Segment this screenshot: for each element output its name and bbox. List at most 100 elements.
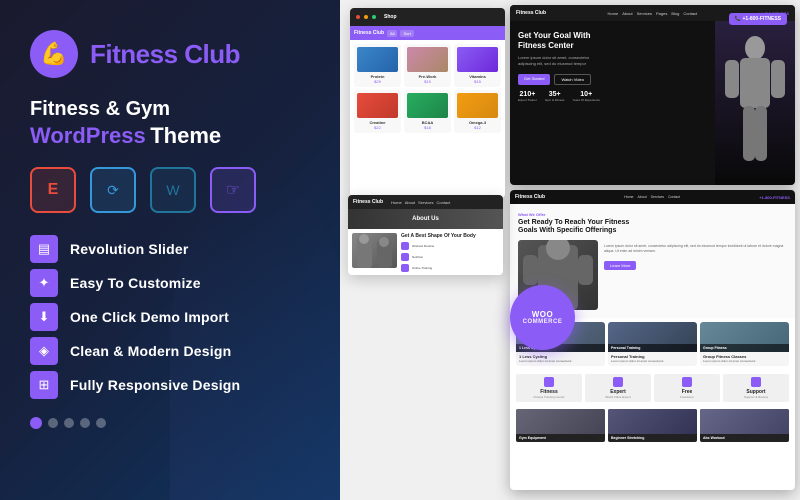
hero-screenshot: Fitness Club Home About Services Pages B…	[510, 5, 795, 185]
shop-nav: Fitness Club All Sort	[350, 26, 505, 40]
brand-name: Fitness Club	[90, 39, 240, 70]
bs-abs: Abs Workout	[700, 409, 789, 442]
about-banner-text: About Us	[412, 216, 439, 222]
about-nav-services: Services	[418, 200, 433, 205]
about-feat-nutrition-icon	[401, 253, 409, 261]
product-6-img	[457, 93, 498, 118]
touch-badge[interactable]: ☞	[210, 167, 256, 213]
offerings-cta[interactable]: Learn More	[604, 261, 636, 270]
dot-2[interactable]	[48, 418, 58, 428]
feature-design-text: Clean & Modern Design	[70, 343, 231, 359]
product-2: Pre-Work $19	[404, 44, 451, 87]
hero-nav: Home About Services Pages Blog Contact	[608, 11, 698, 16]
hero-person-svg	[715, 30, 795, 185]
brand-logo: 💪	[30, 30, 78, 78]
product-6: Omega-3 $12	[454, 90, 501, 133]
dot-1[interactable]	[30, 417, 42, 429]
about-nav-about: About	[405, 200, 415, 205]
about-feat-online: Online Training	[401, 264, 499, 272]
feature-slider-text: Revolution Slider	[70, 241, 189, 257]
hero-stats: 210+ Expert Trainer 35+ Gym & Fitness 10…	[518, 91, 707, 102]
stat-support-icon	[751, 377, 761, 387]
stat-years: 10+ Years Of Experience	[573, 91, 600, 102]
offerings-desc: Lorem ipsum dolor sit amet, consectetur …	[604, 244, 787, 255]
brand-row: 💪 Fitness Club	[30, 30, 310, 78]
product-4-img	[357, 93, 398, 118]
bs-stretching-label: Beginner Stretching	[608, 434, 697, 442]
product-2-img	[407, 47, 448, 72]
hero-nav-services: Services	[637, 11, 652, 16]
dot-5[interactable]	[96, 418, 106, 428]
hero-text: Get Your Goal WithFitness Center Lorem i…	[510, 21, 715, 185]
shop-products: Protein $29 Pre-Work $19 Vitamins $15	[350, 40, 505, 137]
hero-phone-badge: 📞 +1-800-FITNESS	[729, 13, 787, 25]
service-group-desc: Lorem ipsum dolor sit amet consectetur.	[700, 360, 789, 366]
dot-red	[356, 15, 360, 19]
dot-4[interactable]	[80, 418, 90, 428]
stat-gyms: 35+ Gym & Fitness	[545, 91, 565, 102]
left-panel: 💪 Fitness Club Fitness & Gym WordPress T…	[0, 0, 340, 500]
main-header: Fitness Club Home About Services Contact…	[510, 190, 795, 204]
main-nav-services: Services	[651, 195, 664, 199]
main-nav-contact: Contact	[668, 195, 680, 199]
brand-icon: 💪	[40, 41, 67, 67]
bs-abs-label: Abs Workout	[700, 434, 789, 442]
stat-fitness-lbl: Fitness Training Center	[519, 395, 579, 399]
about-section-title: Get A Best Shape Of Your Body	[401, 233, 499, 239]
shop-nav-item: All	[387, 30, 397, 37]
hero-watch-video-btn[interactable]: Watch Video	[554, 74, 590, 85]
quix-badge[interactable]: ⟳	[90, 167, 136, 213]
about-feat-workout-icon	[401, 242, 409, 250]
product-5-img	[407, 93, 448, 118]
about-features: Workout Routine Nutrition Online Trainin…	[401, 242, 499, 275]
bs-abs-img	[700, 409, 789, 434]
carousel-dots	[30, 417, 310, 429]
dot-3[interactable]	[64, 418, 74, 428]
hero-get-started-btn[interactable]: Get Started	[518, 74, 550, 85]
main-nav: Home About Services Contact	[624, 195, 680, 199]
main-logo: Fitness Club	[515, 194, 545, 200]
feature-customize-text: Easy To Customize	[70, 275, 201, 291]
main-nav-about: About	[637, 195, 646, 199]
offerings-text-area: Lorem ipsum dolor sit amet, consectetur …	[604, 240, 787, 310]
dot-green	[372, 15, 376, 19]
feature-design: ◈ Clean & Modern Design	[30, 337, 310, 365]
service-training-overlay: Personal Training	[608, 344, 697, 352]
stat-support-lbl: Support & Review	[726, 395, 786, 399]
hero-logo: Fitness Club	[516, 10, 546, 16]
offerings-label: What We Offer	[518, 212, 787, 217]
brand-name-part2: Club	[184, 39, 240, 69]
stat-expert-icon	[613, 377, 623, 387]
service-training: Personal Training Personal Training Lore…	[608, 322, 697, 366]
elementor-badge[interactable]: E	[30, 167, 76, 213]
about-image-block	[352, 233, 397, 268]
main-nav-home: Home	[624, 195, 633, 199]
stat-trainers: 210+ Expert Trainer	[518, 91, 537, 102]
stats-row: Fitness Fitness Training Center Expert W…	[510, 370, 795, 406]
about-logo: Fitness Club	[353, 199, 383, 205]
stat-expert-lbl: World Class Expert	[588, 395, 648, 399]
about-banner: About Us	[348, 209, 503, 229]
shop-header: Shop	[350, 8, 505, 26]
woo-text: WOO	[532, 310, 554, 319]
about-feat-nutrition: Nutrition	[401, 253, 499, 261]
screenshot-container: Shop Fitness Club All Sort Protein $29	[340, 0, 800, 500]
product-5-price: $18	[407, 125, 448, 130]
bs-equipment-label: Gym Equipment	[516, 434, 605, 442]
bs-stretching-img	[608, 409, 697, 434]
hero-nav-contact: Contact	[683, 11, 697, 16]
dot-yellow	[364, 15, 368, 19]
feature-demo: ⬇ One Click Demo Import	[30, 303, 310, 331]
product-1-price: $29	[357, 79, 398, 84]
stat-gyms-num: 35+	[545, 91, 565, 98]
about-nav: Home About Services Contact	[391, 200, 450, 205]
wordpress-badge[interactable]: W	[150, 167, 196, 213]
commerce-text: COMMERCE	[523, 319, 563, 325]
product-5: BCAA $18	[404, 90, 451, 133]
left-content: 💪 Fitness Club Fitness & Gym WordPress T…	[30, 30, 310, 429]
touch-icon: ☞	[226, 180, 240, 200]
stat-freedom-lbl: Freedome	[657, 395, 717, 399]
service-training-desc: Lorem ipsum dolor sit amet consectetur.	[608, 360, 697, 366]
right-panel: Shop Fitness Club All Sort Protein $29	[340, 0, 800, 500]
hero-buttons: Get Started Watch Video	[518, 74, 707, 85]
